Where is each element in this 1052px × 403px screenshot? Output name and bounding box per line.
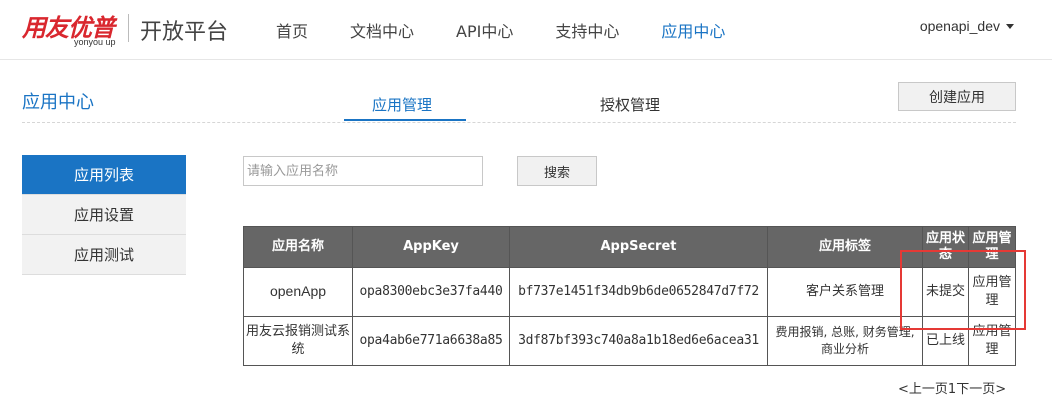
app-status: 已上线 bbox=[922, 316, 969, 366]
chevron-down-icon bbox=[1006, 23, 1014, 29]
table-row: 用友云报销测试系统 opa4ab6e771a6638a85 3df87bf393… bbox=[243, 316, 1016, 366]
nav-docs[interactable]: 文档中心 bbox=[350, 18, 414, 42]
sidebar-item-app-settings[interactable]: 应用设置 bbox=[22, 195, 186, 235]
col-header-tags: 应用标签 bbox=[767, 226, 923, 268]
prev-page-link[interactable]: <上一页 bbox=[898, 382, 948, 397]
next-page-link[interactable]: 下一页> bbox=[956, 382, 1006, 397]
yonyou-logo[interactable]: 用友优普 yonyou up bbox=[22, 8, 122, 48]
table-row: openApp opa8300ebc3e37fa440 bf737e1451f3… bbox=[243, 267, 1016, 317]
app-table: 应用名称 AppKey AppSecret 应用标签 应用状态 应用管理 ope… bbox=[243, 226, 1016, 366]
logo-divider bbox=[128, 14, 129, 42]
tab-app-management[interactable]: 应用管理 bbox=[372, 94, 432, 115]
active-tab-underline bbox=[344, 119, 466, 121]
current-page[interactable]: 1 bbox=[948, 382, 956, 397]
app-key: opa8300ebc3e37fa440 bbox=[352, 267, 510, 317]
app-key: opa4ab6e771a6638a85 bbox=[352, 316, 510, 366]
col-header-name: 应用名称 bbox=[243, 226, 353, 268]
sidebar: 应用列表 应用设置 应用测试 bbox=[22, 155, 186, 275]
app-manage-link[interactable]: 应用管理 bbox=[968, 267, 1016, 317]
app-status: 未提交 bbox=[922, 267, 969, 317]
search-input[interactable] bbox=[243, 156, 483, 186]
create-app-button[interactable]: 创建应用 bbox=[898, 82, 1016, 111]
col-header-appkey: AppKey bbox=[352, 226, 510, 268]
app-secret: bf737e1451f34db9b6de0652847d7f72 bbox=[509, 267, 768, 317]
nav-support[interactable]: 支持中心 bbox=[555, 18, 619, 42]
nav-app-center[interactable]: 应用中心 bbox=[661, 18, 725, 42]
app-tags: 费用报销, 总账, 财务管理, 商业分析 bbox=[767, 316, 923, 366]
search-button[interactable]: 搜索 bbox=[517, 156, 597, 186]
logo-subtext: yonyou up bbox=[74, 37, 116, 47]
main-nav: 首页 文档中心 API中心 支持中心 应用中心 bbox=[276, 18, 767, 42]
nav-home[interactable]: 首页 bbox=[276, 18, 308, 42]
col-header-manage: 应用管理 bbox=[968, 226, 1016, 268]
sidebar-item-app-list[interactable]: 应用列表 bbox=[22, 155, 186, 195]
pagination: <上一页1下一页> bbox=[898, 378, 1006, 397]
page-title: 应用中心 bbox=[22, 92, 94, 113]
app-tags: 客户关系管理 bbox=[767, 267, 923, 317]
top-header: 用友优普 yonyou up 开放平台 首页 文档中心 API中心 支持中心 应… bbox=[0, 0, 1052, 60]
tab-authorization[interactable]: 授权管理 bbox=[600, 94, 660, 115]
platform-title: 开放平台 bbox=[140, 20, 229, 45]
sidebar-item-app-test[interactable]: 应用测试 bbox=[22, 235, 186, 275]
nav-api[interactable]: API中心 bbox=[456, 18, 513, 42]
app-manage-link[interactable]: 应用管理 bbox=[968, 316, 1016, 366]
app-name: openApp bbox=[243, 267, 353, 317]
app-secret: 3df87bf393c740a8a1b18ed6e6acea31 bbox=[509, 316, 768, 366]
table-header-row: 应用名称 AppKey AppSecret 应用标签 应用状态 应用管理 bbox=[243, 226, 1016, 268]
user-menu[interactable]: openapi_dev bbox=[920, 18, 1014, 34]
username: openapi_dev bbox=[919, 18, 1000, 34]
app-name: 用友云报销测试系统 bbox=[243, 316, 353, 366]
divider bbox=[22, 122, 1016, 123]
col-header-appsecret: AppSecret bbox=[509, 226, 768, 268]
col-header-status: 应用状态 bbox=[922, 226, 969, 268]
